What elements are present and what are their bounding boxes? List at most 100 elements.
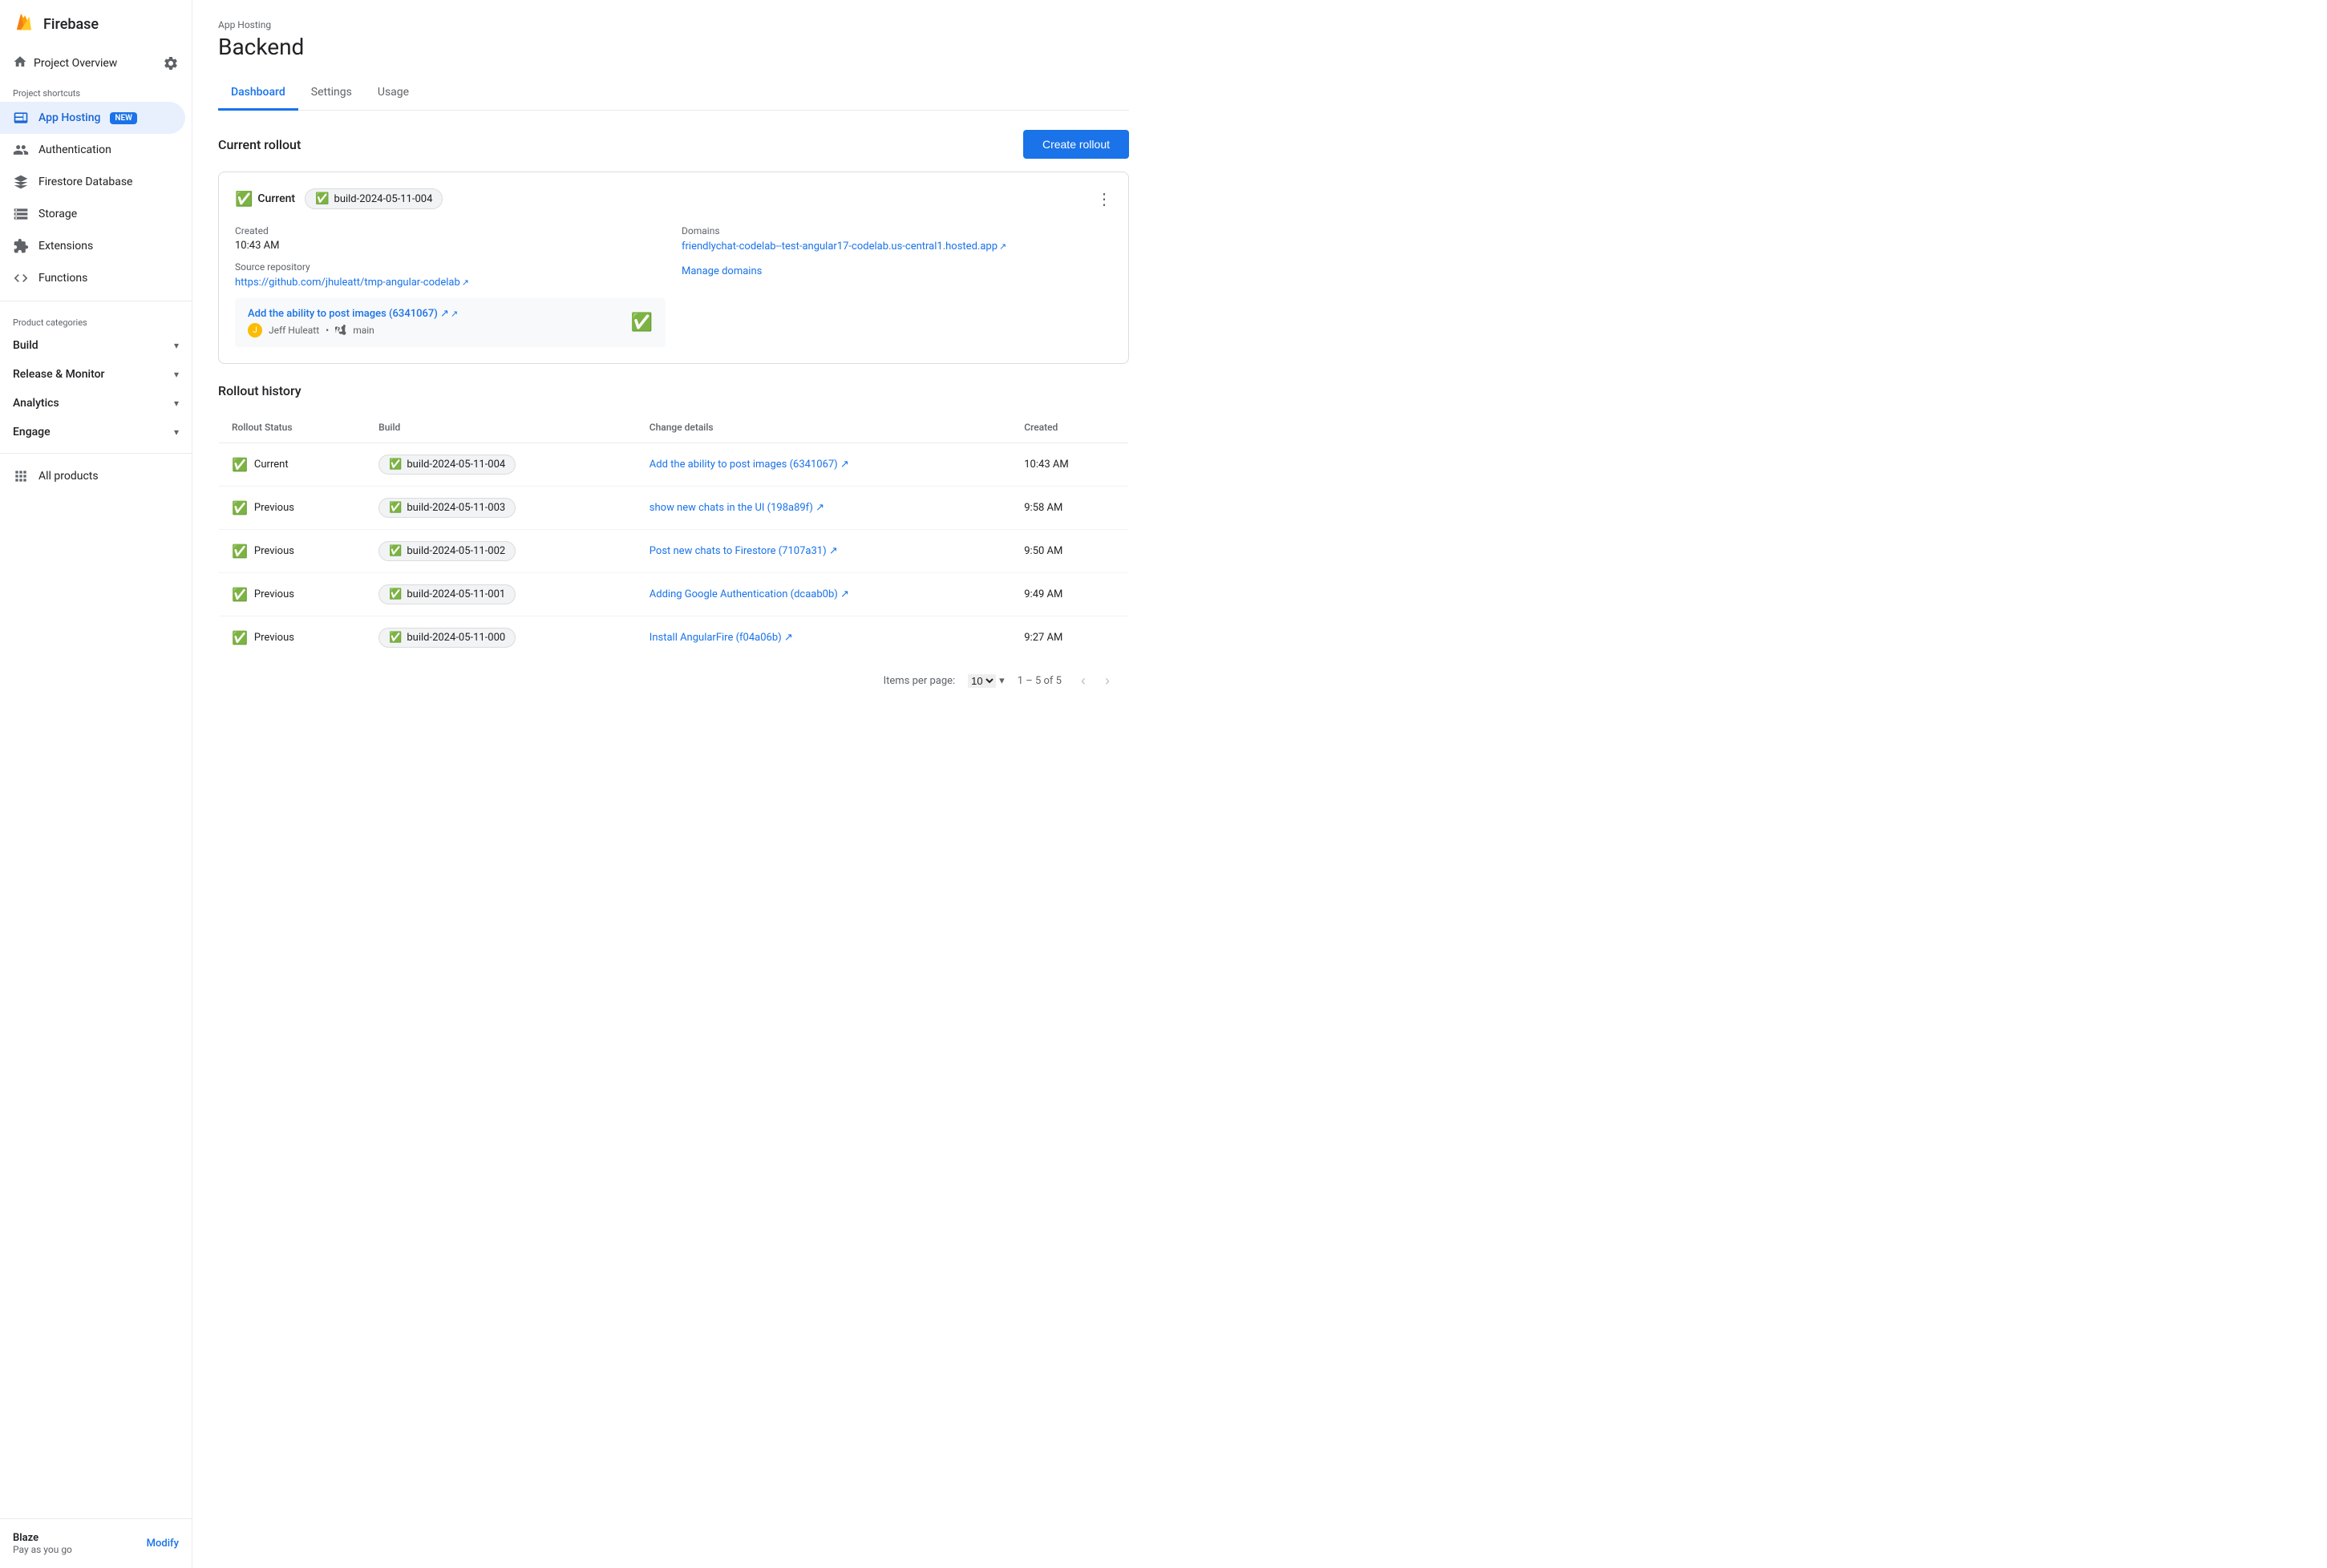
plan-name: Blaze	[13, 1532, 72, 1544]
row-build-text: build-2024-05-11-000	[407, 632, 505, 644]
row-change-link[interactable]: Install AngularFire (f04a06b) ↗	[650, 632, 793, 644]
project-overview-item[interactable]: Project Overview	[0, 48, 192, 79]
row-status: ✅ Previous	[219, 487, 366, 530]
app-hosting-badge: NEW	[110, 112, 137, 124]
functions-label: Functions	[38, 272, 87, 285]
row-status-text: Previous	[254, 502, 294, 514]
table-row: ✅ Previous ✅ build-2024-05-11-003 show n…	[219, 487, 1129, 530]
authentication-icon	[13, 142, 29, 158]
table-row: ✅ Previous ✅ build-2024-05-11-002 Post n…	[219, 530, 1129, 573]
sidebar-category-engage[interactable]: Engage ▾	[0, 418, 192, 447]
row-status: ✅ Previous	[219, 573, 366, 616]
row-status-icon: ✅	[232, 587, 248, 602]
row-status-icon: ✅	[232, 630, 248, 645]
items-per-page-dropdown[interactable]: 10 25 50	[968, 674, 996, 688]
functions-icon	[13, 270, 29, 286]
modify-button[interactable]: Modify	[147, 1538, 179, 1550]
sidebar-item-all-products[interactable]: All products	[0, 460, 185, 492]
row-change-link[interactable]: Post new chats to Firestore (7107a31) ↗	[650, 545, 838, 557]
more-options-icon[interactable]: ⋮	[1096, 189, 1112, 208]
row-status: ✅ Previous	[219, 616, 366, 660]
sidebar-header: Firebase	[0, 0, 192, 48]
create-rollout-button[interactable]: Create rollout	[1023, 130, 1129, 159]
row-build-check-icon: ✅	[389, 632, 402, 644]
items-per-page-label: Items per page:	[884, 675, 956, 687]
commit-card: Add the ability to post images (6341067)…	[235, 298, 666, 347]
tab-settings[interactable]: Settings	[298, 76, 365, 111]
items-per-page-select[interactable]: 10 25 50 ▾	[968, 674, 1005, 688]
row-status-icon: ✅	[232, 500, 248, 515]
firebase-logo-icon	[13, 13, 35, 35]
table-row: ✅ Previous ✅ build-2024-05-11-001 Adding…	[219, 573, 1129, 616]
build-chevron-icon: ▾	[174, 340, 179, 351]
sidebar-item-extensions[interactable]: Extensions	[0, 230, 185, 262]
sidebar-item-authentication[interactable]: Authentication	[0, 134, 185, 166]
domains-link[interactable]: friendlychat-codelab--test-angular17-cod…	[682, 240, 1006, 253]
source-link[interactable]: https://github.com/jhuleatt/tmp-angular-…	[235, 277, 469, 289]
sidebar-item-app-hosting[interactable]: App Hosting NEW	[0, 102, 185, 134]
analytics-chevron-icon: ▾	[174, 398, 179, 409]
dropdown-chevron-icon: ▾	[999, 675, 1005, 687]
table-header: Rollout Status Build Change details Crea…	[219, 412, 1129, 443]
tab-usage[interactable]: Usage	[365, 76, 422, 111]
status-text: Current	[257, 192, 295, 205]
sidebar-category-analytics[interactable]: Analytics ▾	[0, 389, 192, 418]
commit-link[interactable]: Add the ability to post images (6341067)…	[248, 308, 458, 320]
source-section: Source repository https://github.com/jhu…	[235, 261, 666, 289]
authentication-label: Authentication	[38, 143, 111, 156]
main-content: App Hosting Backend Dashboard Settings U…	[192, 0, 2327, 1568]
page-title: Backend	[218, 34, 1129, 60]
col-build: Build	[366, 412, 637, 443]
row-status: ✅ Previous	[219, 530, 366, 573]
row-change-link[interactable]: show new chats in the UI (198a89f) ↗	[650, 502, 824, 514]
created-label: Created	[235, 225, 666, 236]
col-status: Rollout Status	[219, 412, 366, 443]
build-badge: ✅ build-2024-05-11-004	[305, 188, 443, 209]
rollout-status: ✅ Current ✅ build-2024-05-11-004	[235, 188, 443, 209]
sidebar-footer: Blaze Pay as you go Modify	[0, 1518, 192, 1568]
categories-label: Product categories	[0, 308, 192, 331]
row-build-check-icon: ✅	[389, 545, 402, 557]
grid-icon	[13, 468, 29, 484]
rollout-history-title: Rollout history	[218, 383, 1129, 398]
row-change-link[interactable]: Adding Google Authentication (dcaab0b) ↗	[650, 588, 849, 600]
row-change: Install AngularFire (f04a06b) ↗	[637, 616, 1011, 660]
rollout-history-table: Rollout Status Build Change details Crea…	[218, 411, 1129, 660]
commit-success-icon: ✅	[631, 313, 653, 333]
row-build: ✅ build-2024-05-11-002	[366, 530, 637, 573]
sidebar-item-storage[interactable]: Storage	[0, 198, 185, 230]
row-change-link[interactable]: Add the ability to post images (6341067)…	[650, 459, 849, 471]
firestore-icon	[13, 174, 29, 190]
row-change: Post new chats to Firestore (7107a31) ↗	[637, 530, 1011, 573]
pagination-next-button[interactable]: ›	[1099, 669, 1116, 693]
row-status-icon: ✅	[232, 457, 248, 472]
dot-separator: •	[326, 325, 329, 336]
status-badge: ✅ Current	[235, 191, 295, 208]
release-monitor-label: Release & Monitor	[13, 368, 105, 381]
pagination-range: 1 – 5 of 5	[1018, 675, 1062, 687]
created-value: 10:43 AM	[235, 240, 666, 252]
storage-label: Storage	[38, 208, 77, 220]
table-row: ✅ Current ✅ build-2024-05-11-004 Add the…	[219, 443, 1129, 487]
pagination: Items per page: 10 25 50 ▾ 1 – 5 of 5 ‹ …	[218, 660, 1129, 702]
row-change: Adding Google Authentication (dcaab0b) ↗	[637, 573, 1011, 616]
row-build-check-icon: ✅	[389, 502, 402, 514]
sidebar-category-build[interactable]: Build ▾	[0, 331, 192, 360]
manage-domains-link[interactable]: Manage domains	[682, 265, 1112, 277]
settings-icon[interactable]	[163, 55, 179, 71]
current-rollout-header: Current rollout Create rollout	[218, 130, 1129, 159]
row-status-text: Current	[254, 459, 289, 471]
col-created: Created	[1011, 412, 1128, 443]
row-status-icon: ✅	[232, 544, 248, 559]
row-build-text: build-2024-05-11-003	[407, 502, 505, 514]
row-build: ✅ build-2024-05-11-000	[366, 616, 637, 660]
storage-icon	[13, 206, 29, 222]
rollout-card-header: ✅ Current ✅ build-2024-05-11-004 ⋮	[235, 188, 1112, 209]
pagination-prev-button[interactable]: ‹	[1074, 669, 1092, 693]
sidebar-item-functions[interactable]: Functions	[0, 262, 185, 294]
sidebar-item-firestore[interactable]: Firestore Database	[0, 166, 185, 198]
rollout-details: Created 10:43 AM Source repository https…	[235, 225, 1112, 347]
sidebar-category-release-monitor[interactable]: Release & Monitor ▾	[0, 360, 192, 389]
tab-dashboard[interactable]: Dashboard	[218, 76, 298, 111]
row-build: ✅ build-2024-05-11-004	[366, 443, 637, 487]
